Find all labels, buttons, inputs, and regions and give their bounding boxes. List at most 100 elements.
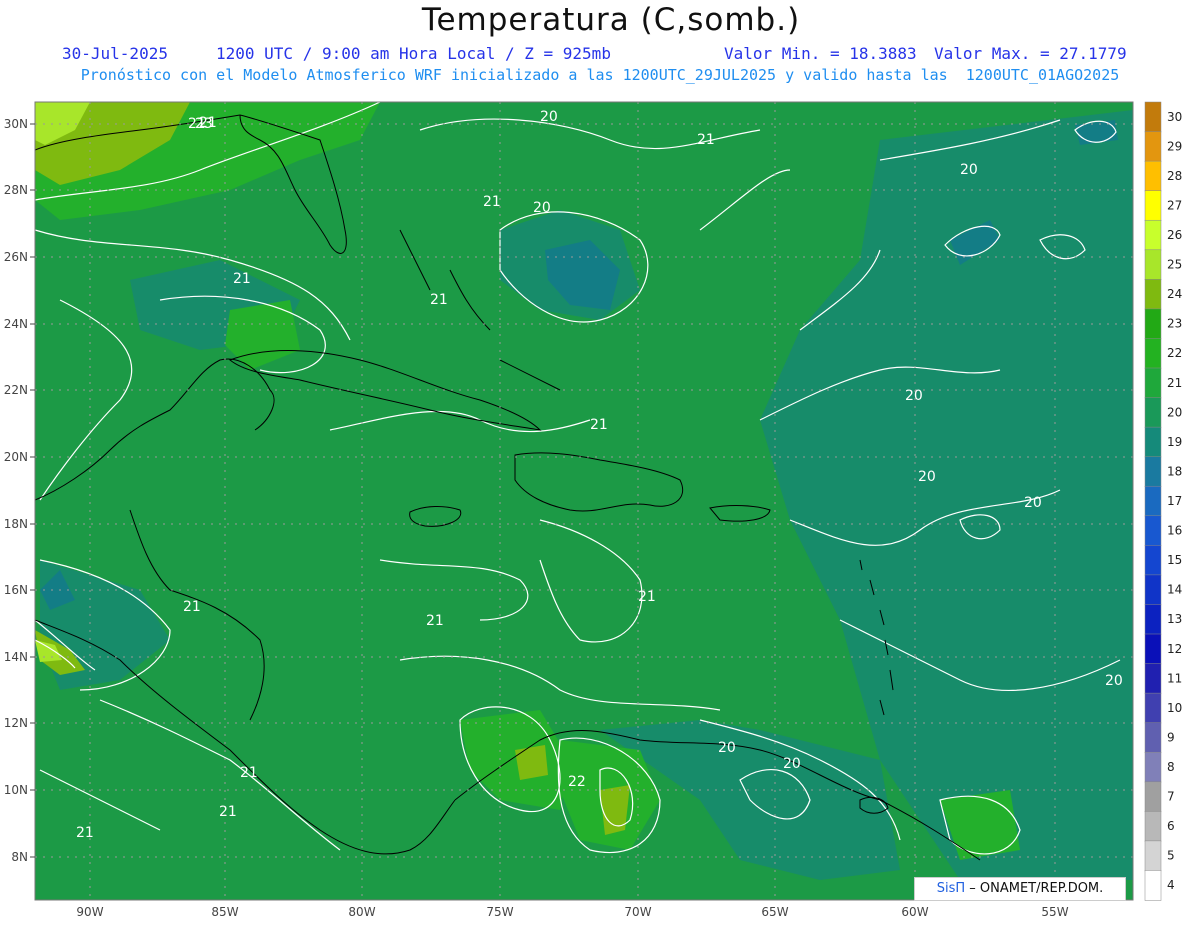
colorbar-label: 7 xyxy=(1167,790,1175,804)
contour-label: 20 xyxy=(1024,495,1042,511)
longitude-labels: 90W 85W 80W 75W 70W 65W 60W 55W xyxy=(76,905,1068,919)
colorbar-swatch xyxy=(1144,190,1162,221)
lon-label: 70W xyxy=(624,905,651,919)
contour-label: 22 xyxy=(568,774,586,790)
colorbar-swatch xyxy=(1144,456,1162,487)
colorbar-label: 30 xyxy=(1167,110,1182,124)
colorbar-swatch xyxy=(1144,722,1162,753)
colorbar-swatch xyxy=(1144,249,1162,281)
lat-label: 22N xyxy=(4,383,28,397)
colorbar-label: 24 xyxy=(1167,287,1182,301)
colorbar-label: 16 xyxy=(1167,524,1182,538)
colorbar-swatch xyxy=(1144,515,1162,547)
colorbar-swatch xyxy=(1144,574,1162,606)
colorbar-label: 10 xyxy=(1167,701,1182,715)
contour-label: 21 xyxy=(219,804,237,820)
colorbar-label: 14 xyxy=(1167,583,1182,597)
lat-label: 18N xyxy=(4,517,28,531)
contour-label: 21 xyxy=(697,132,715,148)
colorbar-label: 13 xyxy=(1167,612,1182,626)
colorbar-label: 8 xyxy=(1167,760,1175,774)
colorbar-swatch xyxy=(1144,101,1162,133)
contour-label: 20 xyxy=(540,109,558,125)
colorbar-label: 22 xyxy=(1167,346,1182,360)
colorbar-swatch xyxy=(1144,692,1162,724)
contour-label: 20 xyxy=(783,756,801,772)
colorbar-label: 27 xyxy=(1167,198,1182,212)
sisp-logo: SisΠ – ONAMET/REP.DOM. xyxy=(914,877,1126,901)
colorbar-swatch xyxy=(1144,397,1162,428)
lat-label: 26N xyxy=(4,250,28,264)
colorbar-swatch xyxy=(1144,131,1162,162)
latitude-labels: 30N 28N 26N 24N 22N 20N 18N 16N 14N 12N 10N 8N xyxy=(4,117,35,864)
colorbar-label: 28 xyxy=(1167,169,1182,183)
colorbar-label: 9 xyxy=(1167,730,1175,744)
colorbar-swatch xyxy=(1144,219,1162,251)
colorbar-swatch xyxy=(1144,633,1162,665)
colorbar-label: 26 xyxy=(1167,228,1182,242)
lon-label: 55W xyxy=(1041,905,1068,919)
lon-label: 80W xyxy=(348,905,375,919)
colorbar-label: 17 xyxy=(1167,494,1182,508)
colorbar-label: 15 xyxy=(1167,553,1182,567)
lat-label: 10N xyxy=(4,783,28,797)
colorbar-swatch xyxy=(1144,426,1162,458)
colorbar-swatch xyxy=(1144,545,1162,576)
colorbar-label: 11 xyxy=(1167,671,1182,685)
contour-label: 21 xyxy=(76,825,94,841)
contour-label: 20 xyxy=(1105,673,1123,689)
colorbar-label: 21 xyxy=(1167,376,1182,390)
colorbar-label: 23 xyxy=(1167,317,1182,331)
contour-label: 21 xyxy=(638,589,656,605)
lon-label: 90W xyxy=(76,905,103,919)
contour-label: 20 xyxy=(960,162,978,178)
lat-label: 24N xyxy=(4,317,28,331)
colorbar-swatch xyxy=(1144,870,1162,901)
colorbar-swatch xyxy=(1144,279,1162,310)
colorbar-label: 20 xyxy=(1167,405,1182,419)
temperature-map: 21 23 21 20 21 21 21 20 21 20 20 21 21 21 20 20 22 20 21 21… xyxy=(4,101,1182,919)
colorbar-swatch xyxy=(1144,160,1162,192)
contour-label: 21 xyxy=(240,765,258,781)
lat-label: 14N xyxy=(4,650,28,664)
lon-label: 85W xyxy=(211,905,238,919)
lat-label: 16N xyxy=(4,583,28,597)
lon-label: 75W xyxy=(486,905,513,919)
colorbar-label: 5 xyxy=(1167,849,1175,863)
contour-label: 21 xyxy=(590,417,608,433)
lat-label: 12N xyxy=(4,716,28,730)
colorbar-swatch xyxy=(1144,604,1162,635)
colorbar-swatch xyxy=(1144,840,1162,872)
lat-label: 20N xyxy=(4,450,28,464)
contour-label: 21 xyxy=(483,194,501,210)
colorbar-label: 12 xyxy=(1167,642,1182,656)
colorbar-swatch xyxy=(1144,811,1162,842)
lat-label: 28N xyxy=(4,183,28,197)
contour-label: 21 xyxy=(183,599,201,615)
colorbar-swatch xyxy=(1144,781,1162,813)
contour-label: 21 xyxy=(430,292,448,308)
lon-label: 60W xyxy=(901,905,928,919)
colorbar-label: 19 xyxy=(1167,435,1182,449)
contour-label: 20 xyxy=(533,200,551,216)
colorbar-swatch xyxy=(1144,367,1162,399)
contour-label: 20 xyxy=(918,469,936,485)
lat-label: 8N xyxy=(11,850,28,864)
colorbar-label: 18 xyxy=(1167,464,1182,478)
colorbar-label: 29 xyxy=(1167,139,1182,153)
logo-org: – ONAMET/REP.DOM. xyxy=(969,881,1104,896)
contour-label: 20 xyxy=(905,388,923,404)
colorbar-swatch xyxy=(1144,751,1162,783)
colorbar-label: 25 xyxy=(1167,258,1182,272)
colorbar-swatch xyxy=(1144,308,1162,340)
colorbar-label: 6 xyxy=(1167,819,1175,833)
colorbar-swatch xyxy=(1144,485,1162,517)
lon-label: 65W xyxy=(761,905,788,919)
colorbar-label: 4 xyxy=(1167,878,1175,892)
contour-label: 21 xyxy=(426,613,444,629)
colorbar: 30 29 28 27 26 25 24 23 22 21 20 19 18 17 16 15 14 13 12 11… xyxy=(1144,101,1182,901)
colorbar-swatch xyxy=(1144,338,1162,369)
contour-label: 21 xyxy=(233,271,251,287)
contour-label: 20 xyxy=(718,740,736,756)
colorbar-swatch xyxy=(1144,663,1162,694)
